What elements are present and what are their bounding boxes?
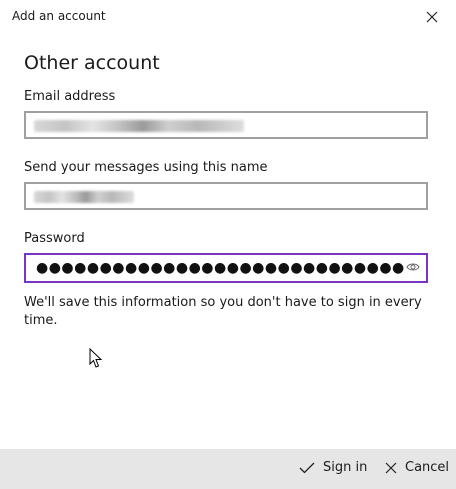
footer-bar: Sign in Cancel xyxy=(0,449,456,489)
close-button[interactable] xyxy=(420,6,444,28)
eye-icon[interactable] xyxy=(406,261,420,273)
info-text: We'll save this information so you don't… xyxy=(24,295,422,328)
close-icon xyxy=(426,11,438,23)
cancel-button[interactable]: Cancel xyxy=(385,460,449,475)
password-value: ●●●●●●●●●●●●●●●●●●●●●●●●●●●●● xyxy=(36,260,405,276)
display-name-field[interactable] xyxy=(24,182,428,210)
checkmark-icon xyxy=(299,462,315,473)
email-field[interactable] xyxy=(24,111,428,139)
page-title: Other account xyxy=(24,52,160,74)
add-account-dialog: Add an account Other account Email addre… xyxy=(0,0,456,489)
cancel-label: Cancel xyxy=(405,460,450,475)
sign-in-button[interactable]: Sign in xyxy=(299,460,367,475)
window-title: Add an account xyxy=(12,9,106,23)
password-label: Password xyxy=(24,231,85,246)
sign-in-label: Sign in xyxy=(323,460,368,475)
email-label: Email address xyxy=(24,89,116,104)
display-name-label: Send your messages using this name xyxy=(24,160,268,175)
password-field[interactable]: ●●●●●●●●●●●●●●●●●●●●●●●●●●●●● xyxy=(24,253,428,283)
cancel-x-icon xyxy=(385,462,397,473)
title-bar: Add an account xyxy=(0,0,456,34)
mouse-pointer-icon xyxy=(89,348,103,368)
email-value-redacted xyxy=(34,120,244,132)
display-name-value-redacted xyxy=(34,191,134,203)
